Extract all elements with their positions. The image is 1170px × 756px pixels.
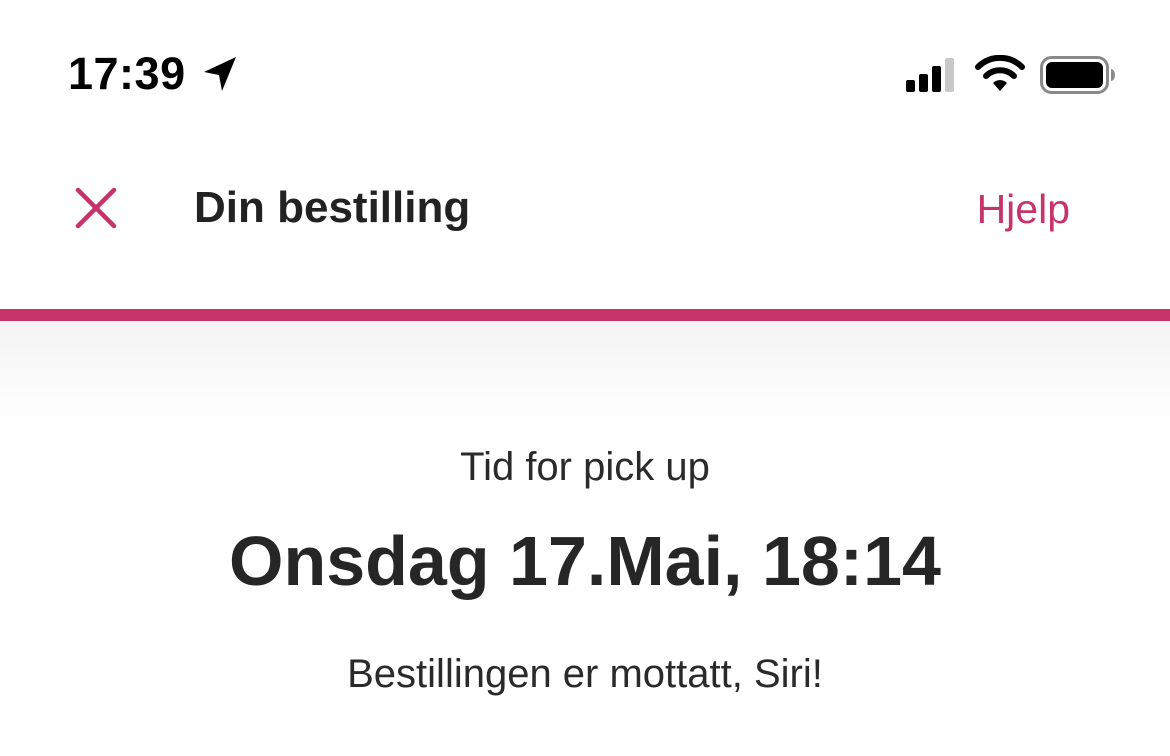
status-bar: 17:39 — [0, 0, 1170, 150]
wifi-icon — [975, 55, 1025, 91]
pickup-label: Tid for pick up — [460, 445, 710, 489]
help-link[interactable]: Hjelp — [977, 184, 1070, 234]
status-time: 17:39 — [68, 48, 186, 99]
order-summary: Tid for pick up Onsdag 17.Mai, 18:14 Bes… — [0, 321, 1170, 756]
battery-icon — [1040, 56, 1115, 94]
cellular-signal-icon — [906, 58, 954, 92]
close-button[interactable] — [66, 178, 126, 238]
confirmation-message: Bestillingen er mottatt, Siri! — [347, 652, 823, 696]
page-title: Din bestilling — [194, 183, 471, 232]
pickup-time: Onsdag 17.Mai, 18:14 — [229, 522, 941, 600]
order-screen: 17:39 Din bestilling Hjelp Tid for pick … — [0, 0, 1170, 756]
close-icon — [75, 187, 117, 229]
accent-divider — [0, 309, 1170, 321]
location-arrow-icon — [204, 57, 236, 91]
nav-bar: Din bestilling Hjelp — [0, 150, 1170, 310]
